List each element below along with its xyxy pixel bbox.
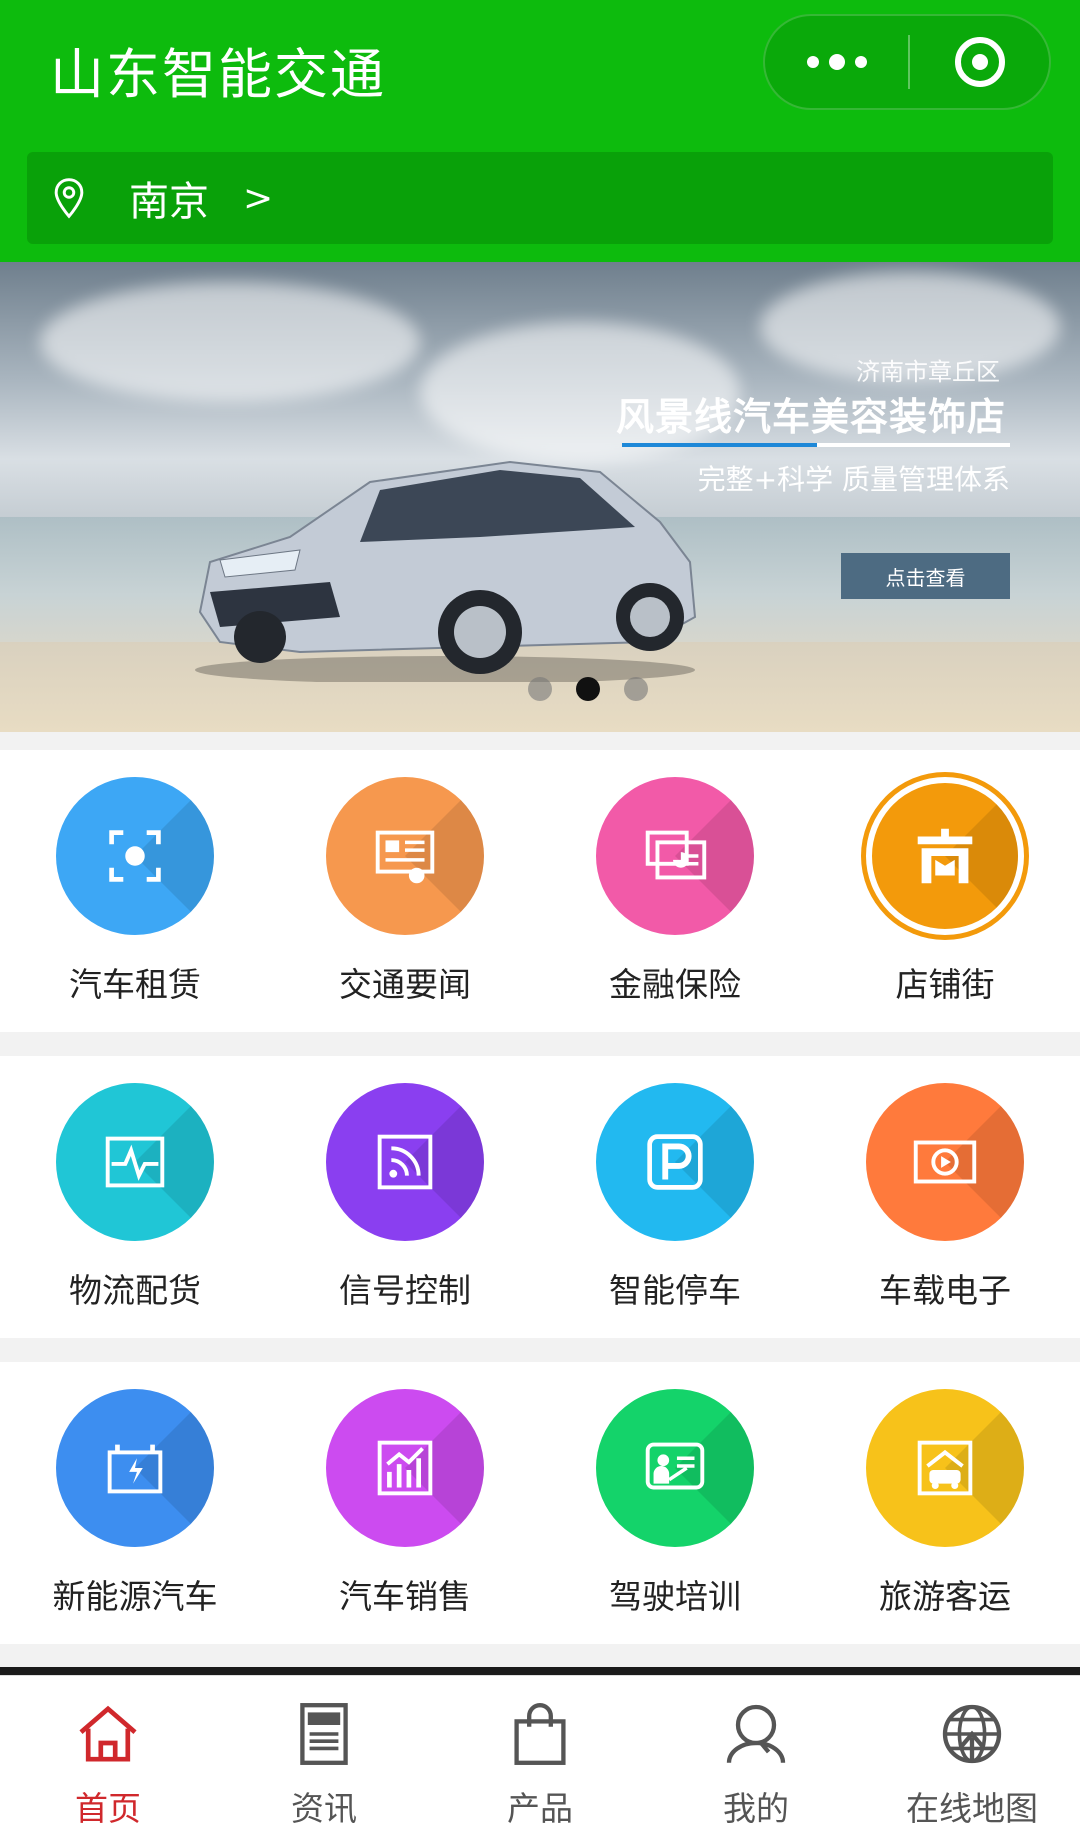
shop-badge-icon [866, 777, 1024, 935]
category-logistics[interactable]: 物流配货 [0, 1056, 270, 1338]
content-edge [0, 1667, 1080, 1675]
battery-charge-icon [56, 1389, 214, 1547]
category-driving-training[interactable]: 驾驶培训 [540, 1362, 810, 1644]
close-miniprogram-button[interactable] [910, 16, 1049, 108]
video-player-icon [866, 1083, 1024, 1241]
category-car-sales[interactable]: 汽车销售 [270, 1362, 540, 1644]
current-city: 南京 [129, 179, 209, 225]
tab-online-map[interactable]: 在线地图 [864, 1676, 1080, 1838]
carousel-indicators [528, 677, 648, 701]
tab-home[interactable]: 首页 [0, 1676, 216, 1838]
category-new-energy[interactable]: 新能源汽车 [0, 1362, 270, 1644]
category-label: 交通要闻 [339, 965, 471, 1004]
travel-car-icon [866, 1389, 1024, 1547]
more-dot-icon [854, 56, 867, 68]
category-label: 物流配货 [69, 1271, 201, 1310]
category-label: 汽车租赁 [69, 965, 201, 1004]
app-title: 山东智能交通 [50, 43, 386, 106]
tab-label: 我的 [723, 1789, 789, 1828]
location-selector[interactable]: 南京 > [27, 152, 1053, 244]
banner-cloud [40, 282, 420, 402]
bottom-tab-bar: 首页 资讯 产品 我的 在线地图 [0, 1675, 1080, 1838]
shopping-bag-icon [514, 1703, 566, 1765]
sales-chart-icon [326, 1389, 484, 1547]
certificate-icon [326, 777, 484, 935]
more-dot-icon [806, 56, 819, 68]
more-dot-icon [828, 54, 845, 70]
category-label: 信号控制 [339, 1271, 471, 1310]
tab-label: 资讯 [291, 1789, 357, 1828]
category-label: 新能源汽车 [52, 1577, 218, 1616]
category-car-rental[interactable]: 汽车租赁 [0, 750, 270, 1032]
category-label: 车载电子 [879, 1271, 1011, 1310]
category-row-2: 物流配货 信号控制 智能停车 车载电子 [0, 1056, 1080, 1338]
heartbeat-monitor-icon [56, 1083, 214, 1241]
promo-banner[interactable]: 济南市章丘区 风景线汽车美容装饰店 完整+科学 质量管理体系 点击查看 [0, 262, 1080, 732]
tab-news[interactable]: 资讯 [216, 1676, 432, 1838]
target-close-icon [954, 37, 1005, 87]
parking-icon [596, 1083, 754, 1241]
location-pin-icon [54, 178, 84, 219]
user-icon [726, 1704, 786, 1763]
presentation-chart-icon [596, 777, 754, 935]
category-label: 驾驶培训 [609, 1577, 741, 1616]
category-signal-control[interactable]: 信号控制 [270, 1056, 540, 1338]
car-illustration [195, 460, 697, 682]
category-label: 汽车销售 [339, 1577, 471, 1616]
banner-slogan: 完整+科学 质量管理体系 [697, 463, 1010, 496]
category-car-electronics[interactable]: 车载电子 [810, 1056, 1080, 1338]
tab-products[interactable]: 产品 [432, 1676, 648, 1838]
globe-map-icon [942, 1704, 1002, 1764]
category-row-1: 汽车租赁 交通要闻 金融保险 店铺街 [0, 750, 1080, 1032]
banner-underline [622, 443, 1010, 447]
category-label: 智能停车 [609, 1271, 741, 1310]
category-label: 金融保险 [609, 965, 741, 1004]
category-label: 旅游客运 [879, 1577, 1011, 1616]
app-header: 山东智能交通 南京 > [0, 0, 1080, 262]
category-traffic-news[interactable]: 交通要闻 [270, 750, 540, 1032]
view-details-button[interactable]: 点击查看 [841, 553, 1010, 599]
category-row-3: 新能源汽车 汽车销售 驾驶培训 旅游客运 [0, 1362, 1080, 1644]
home-icon [79, 1705, 137, 1762]
category-label: 店铺街 [895, 965, 995, 1004]
camera-scan-icon [56, 777, 214, 935]
chevron-right-icon: > [243, 177, 274, 219]
miniprogram-capsule [763, 14, 1051, 110]
banner-shop-name: 风景线汽车美容装饰店 [615, 395, 1006, 439]
category-finance-insurance[interactable]: 金融保险 [540, 750, 810, 1032]
tab-label: 产品 [507, 1789, 573, 1828]
training-board-icon [596, 1389, 754, 1547]
category-smart-parking[interactable]: 智能停车 [540, 1056, 810, 1338]
more-menu-button[interactable] [765, 16, 908, 108]
category-shop-street[interactable]: 店铺街 [810, 750, 1080, 1032]
carousel-dot-active[interactable] [576, 677, 600, 701]
carousel-dot[interactable] [528, 677, 552, 701]
category-tour-transport[interactable]: 旅游客运 [810, 1362, 1080, 1644]
banner-region: 济南市章丘区 [856, 358, 1000, 386]
news-icon [300, 1703, 348, 1765]
tab-label: 在线地图 [906, 1789, 1038, 1828]
carousel-dot[interactable] [624, 677, 648, 701]
signal-feed-icon [326, 1083, 484, 1241]
tab-label: 首页 [75, 1789, 141, 1828]
tab-mine[interactable]: 我的 [648, 1676, 864, 1838]
